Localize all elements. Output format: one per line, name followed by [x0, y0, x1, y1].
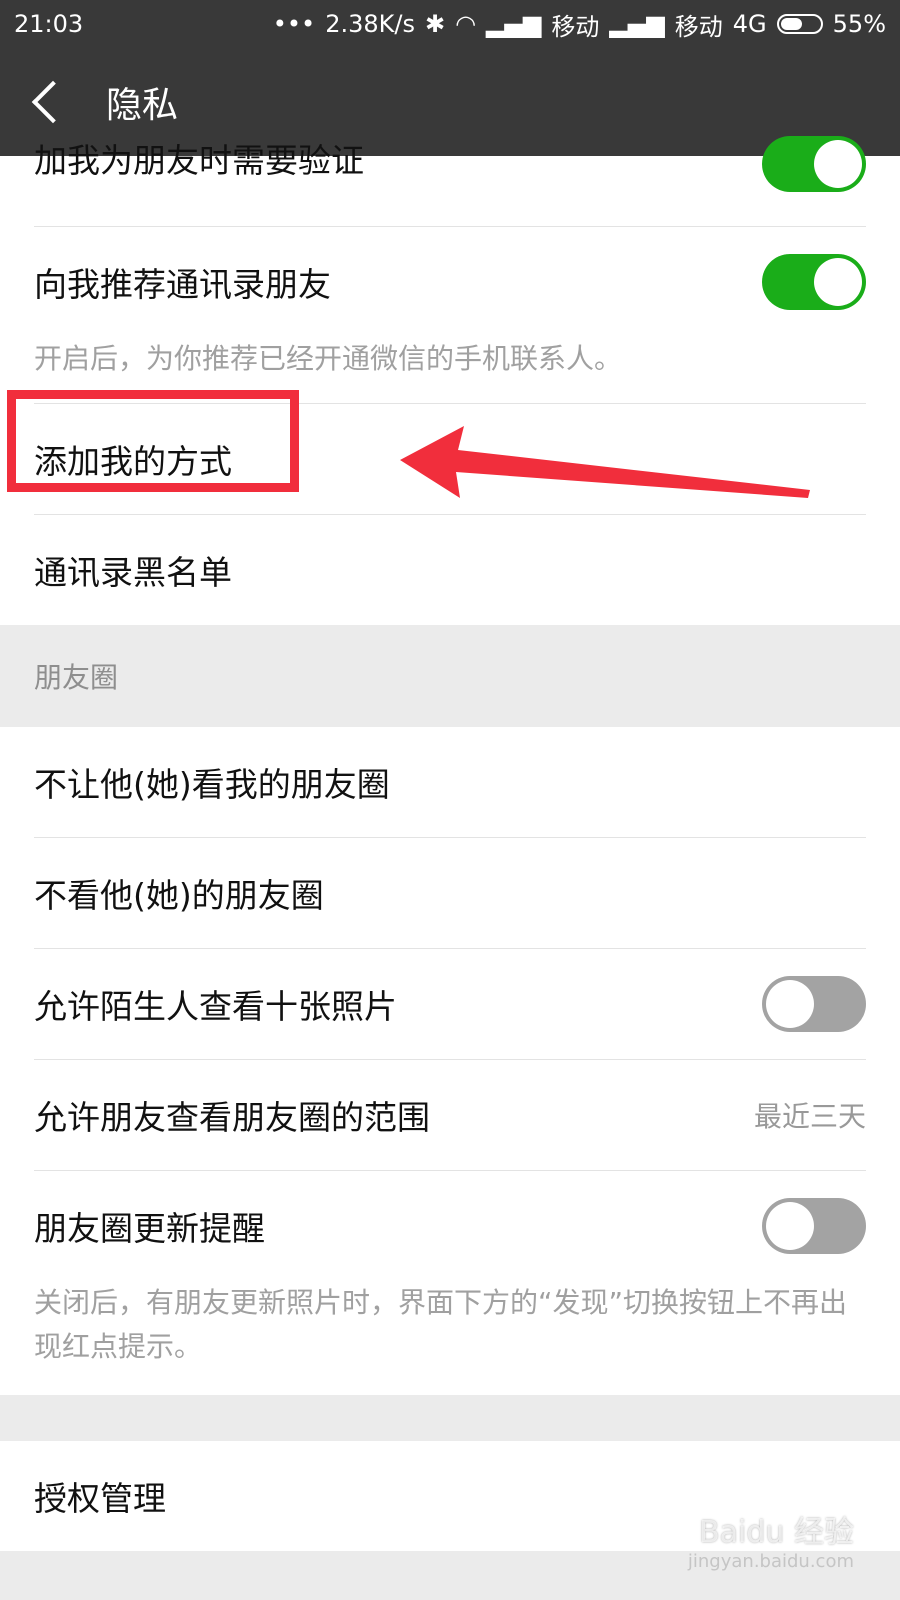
watermark: Baidu 经验 jingyan.baidu.com [688, 1507, 854, 1572]
row-view-range[interactable]: 允许朋友查看朋友圈的范围 最近三天 [0, 1060, 900, 1170]
signal-icon: ▂▄▆ [486, 10, 542, 38]
arrow-shape [400, 426, 810, 498]
row-label: 不让他(她)看我的朋友圈 [34, 765, 390, 804]
toggle-knob [814, 258, 862, 306]
network-type: 4G [732, 10, 767, 38]
back-arrow-icon[interactable] [31, 80, 75, 124]
row-label: 向我推荐通讯录朋友 [34, 265, 331, 304]
battery-icon [776, 14, 823, 34]
toggle-knob [766, 980, 814, 1028]
row-label: 加我为朋友时需要验证 [34, 141, 364, 180]
row-label: 允许陌生人查看十张照片 [34, 987, 397, 1026]
carrier-2: 移动 [674, 12, 723, 41]
watermark-brand: Baidu 经验 [699, 1515, 854, 1550]
status-right: ••• 2.38K/s ✱ ◠ ▂▄▆ 移动 ▂▄▆ 移动 4G 55% [273, 7, 886, 42]
row-verify-friend[interactable]: 加我为朋友时需要验证 [0, 136, 900, 198]
row-blacklist[interactable]: 通讯录黑名单 [0, 515, 900, 625]
annotation-highlight-box [7, 390, 299, 492]
row-recommend-contacts[interactable]: 向我推荐通讯录朋友 [0, 227, 900, 337]
status-time: 21:03 [14, 10, 84, 38]
row-allow-strangers[interactable]: 允许陌生人查看十张照片 [0, 949, 900, 1059]
row-update-reminder[interactable]: 朋友圈更新提醒 [0, 1171, 900, 1281]
section-title-moments: 朋友圈 [0, 625, 900, 727]
row-label: 允许朋友查看朋友圈的范围 [34, 1098, 430, 1137]
annotation-arrow-icon [400, 426, 810, 498]
reminder-toggle[interactable] [762, 1198, 866, 1254]
settings-list: 加我为朋友时需要验证 向我推荐通讯录朋友 开启后，为你推荐已经开通微信的手机联系… [0, 136, 900, 1551]
row-label: 不看他(她)的朋友圈 [34, 876, 324, 915]
moments-group: 不让他(她)看我的朋友圈 不看他(她)的朋友圈 允许陌生人查看十张照片 允许朋友… [0, 727, 900, 1395]
page-title: 隐私 [106, 85, 179, 126]
carrier-1: 移动 [551, 12, 600, 41]
row-label: 朋友圈更新提醒 [34, 1209, 265, 1248]
recommend-toggle[interactable] [762, 254, 866, 310]
verify-toggle[interactable] [762, 136, 866, 192]
row-hide-my-moments[interactable]: 不让他(她)看我的朋友圈 [0, 727, 900, 837]
battery-fill [780, 18, 802, 30]
network-speed: 2.38K/s [325, 10, 415, 38]
signal-hd-icon: ▂▄▆ [609, 10, 665, 38]
more-dots-icon: ••• [272, 10, 316, 38]
battery-percent: 55% [832, 10, 886, 38]
view-range-value: 最近三天 [753, 1100, 866, 1133]
reminder-hint: 关闭后，有朋友更新照片时，界面下方的“发现”切换按钮上不再出现红点提示。 [34, 1286, 848, 1363]
watermark-url: jingyan.baidu.com [687, 1551, 854, 1572]
toggle-knob [814, 140, 862, 188]
bluetooth-icon: ✱ [424, 10, 446, 38]
wifi-icon: ◠ [455, 10, 477, 38]
spacer [0, 1395, 900, 1441]
status-bar: 21:03 ••• 2.38K/s ✱ ◠ ▂▄▆ 移动 ▂▄▆ 移动 4G 5… [0, 0, 900, 48]
toggle-knob [766, 1202, 814, 1250]
row-hide-their-moments[interactable]: 不看他(她)的朋友圈 [0, 838, 900, 948]
row-label: 通讯录黑名单 [34, 553, 232, 592]
strangers-toggle[interactable] [762, 976, 866, 1032]
